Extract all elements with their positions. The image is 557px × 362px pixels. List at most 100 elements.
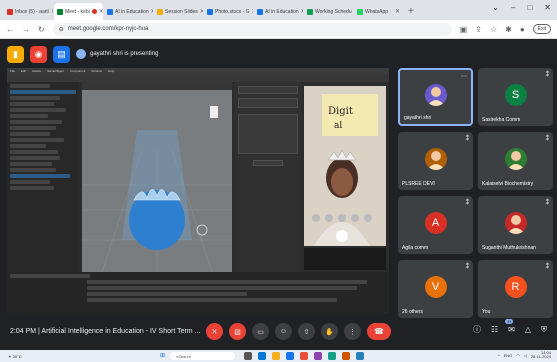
url-text: meet.google.com/kpr-nyjc-hua xyxy=(67,26,149,32)
browser-tab[interactable]: WhatsApp ✕ xyxy=(354,3,403,20)
participant-tile[interactable]: Suganthi Muthukrishnan ⁑ xyxy=(478,196,553,254)
browser-tab[interactable]: Meet - kebi ✕ xyxy=(54,3,103,20)
edge-icon[interactable] xyxy=(258,352,266,360)
presentation-stage: ▮ ◉ ▤ gayathri shri is presenting File Ed… xyxy=(7,40,389,316)
host-controls-icon[interactable]: ⛨ xyxy=(541,325,547,335)
browser-tab[interactable]: AI in Education✕ xyxy=(104,3,153,20)
chrome-icon[interactable] xyxy=(286,352,294,360)
wifi-icon[interactable]: ◠ xyxy=(516,353,520,358)
emoji-icon[interactable]: ☺ xyxy=(275,323,292,340)
maximize-icon[interactable]: □ xyxy=(527,3,532,12)
svg-text:al: al xyxy=(334,121,342,131)
url-field[interactable]: ⊖ meet.google.com/kpr-nyjc-hua xyxy=(52,22,452,36)
info-icon[interactable]: ⓘ xyxy=(473,324,481,335)
explorer-icon[interactable] xyxy=(272,352,280,360)
start-icon[interactable]: ⊞ xyxy=(160,352,165,359)
task-view-icon[interactable] xyxy=(244,352,252,360)
camera-off-icon[interactable]: ▧ xyxy=(229,323,246,340)
profile-icon[interactable]: ● xyxy=(520,25,525,34)
notes-icon[interactable]: ▤ xyxy=(53,45,70,63)
participant-tile[interactable]: S Sasirekha Comm ⁑ xyxy=(478,68,553,126)
participant-tile[interactable]: Kalaiselvi Biochemistry ⁑ xyxy=(478,132,553,190)
app-icon-green[interactable] xyxy=(328,352,336,360)
tab-favicon-icon xyxy=(7,8,13,15)
raise-hand-icon[interactable]: ✋ xyxy=(321,323,338,340)
app-icon-orange[interactable] xyxy=(342,352,350,360)
tray-chevron-icon[interactable]: ^ xyxy=(498,353,500,358)
tab-close-icon[interactable]: ✕ xyxy=(395,8,400,15)
tab-favicon-icon xyxy=(157,8,163,15)
activities-icon[interactable]: △ xyxy=(525,325,531,334)
tab-favicon-icon xyxy=(307,8,313,15)
browser-tab[interactable]: Session Slides ✕ xyxy=(154,3,203,20)
lang-indicator[interactable]: ENG xyxy=(504,353,513,358)
tab-favicon-icon xyxy=(257,8,263,15)
camera-icon[interactable]: ▣ xyxy=(460,25,468,34)
participant-name: Agila comm xyxy=(402,245,429,251)
app-icon-purple[interactable] xyxy=(314,352,322,360)
exit-button[interactable]: Exit xyxy=(532,24,551,34)
tab-close-icon[interactable]: ✕ xyxy=(200,8,203,15)
participant-tile[interactable]: V 26 others ⁑ xyxy=(398,260,473,318)
participant-count-badge: 35 xyxy=(504,319,514,324)
participant-tile[interactable]: A Agila comm ⁑ xyxy=(398,196,473,254)
tab-favicon-icon xyxy=(357,8,363,15)
tab-close-icon[interactable]: ✕ xyxy=(99,8,103,15)
browser-tab[interactable]: AI in Education✕ xyxy=(254,3,303,20)
app-icon-blue[interactable] xyxy=(356,352,364,360)
share-icon[interactable]: ⇪ xyxy=(475,25,482,34)
tab-close-icon[interactable]: ✕ xyxy=(151,8,153,15)
participant-tile[interactable]: gayathri shri ⋯ xyxy=(398,68,473,126)
unity-play-controls xyxy=(304,248,386,270)
browser-tab[interactable]: Working Schedu ✕ xyxy=(304,3,353,20)
taskbar-search[interactable]: ⌕ Search xyxy=(170,352,235,360)
browser-tab[interactable]: Photo.stocs - G✕ xyxy=(204,3,253,20)
participant-tile[interactable]: PLSREE DEVI ⁑ xyxy=(398,132,473,190)
presenter-avatar xyxy=(76,49,86,59)
new-tab-button[interactable]: + xyxy=(408,6,414,17)
reload-icon[interactable]: ↻ xyxy=(38,25,45,34)
mic-muted-icon: ⁑ xyxy=(546,136,549,142)
tab-label: Meet - kebi xyxy=(65,8,90,15)
app-icon-red[interactable] xyxy=(300,352,308,360)
back-icon[interactable]: ← xyxy=(6,25,14,34)
volume-icon[interactable]: ◁ xyxy=(524,353,527,358)
tab-close-icon[interactable]: ✕ xyxy=(301,8,303,15)
more-options-icon[interactable]: ⋮ xyxy=(344,323,361,340)
avatar xyxy=(424,147,447,170)
meeting-time: 2:04 PM xyxy=(10,328,37,335)
mic-off-icon[interactable]: ✕ xyxy=(206,323,223,340)
present-icon[interactable]: ⇧ xyxy=(298,323,315,340)
chat-icon[interactable]: ✉ xyxy=(508,325,515,334)
record-icon[interactable]: ◉ xyxy=(30,45,47,63)
site-info-icon[interactable]: ⊖ xyxy=(59,26,64,33)
meeting-separator: | xyxy=(38,328,40,335)
pin-icon[interactable]: ▮ xyxy=(7,45,24,63)
os-taskbar: ☀ 30°C ⊞ ⌕ Search ^ ENG ◠ ◁ 14:04 26-11-… xyxy=(0,350,557,362)
people-icon[interactable]: ☷ 35 xyxy=(491,319,514,334)
meeting-title: Artificial Intelligence in Education - I… xyxy=(41,328,201,335)
star-icon[interactable]: ☆ xyxy=(490,25,497,34)
minimize-icon[interactable]: – xyxy=(511,3,515,12)
participant-name: PLSREE DEVI xyxy=(402,181,435,187)
tab-label: WhatsApp xyxy=(365,8,389,15)
clock[interactable]: 14:04 26-11-2024 xyxy=(531,351,551,359)
captions-icon[interactable]: ▭ xyxy=(252,323,269,340)
forward-icon[interactable]: → xyxy=(22,25,30,34)
extensions-icon[interactable]: ✱ xyxy=(505,25,512,34)
system-tray: ^ ENG ◠ ◁ 14:04 26-11-2024 xyxy=(498,351,551,359)
participant-tile[interactable]: R You ⁑ xyxy=(478,260,553,318)
call-controls: ✕ ▧ ▭ ☺ ⇧ ✋ ⋮ ☎ xyxy=(206,323,391,340)
mic-muted-icon: ⁑ xyxy=(466,264,469,270)
participant-grid: gayathri shri ⋯ S Sasirekha Comm ⁑ PLSREE DEV… xyxy=(398,68,553,318)
tab-close-icon[interactable]: ✕ xyxy=(251,8,253,15)
browser-tab[interactable]: Inbox (5) - aarti✕ xyxy=(4,3,53,20)
close-icon[interactable]: ✕ xyxy=(544,3,551,12)
weather-widget[interactable]: ☀ 30°C xyxy=(8,354,22,359)
chevron-down-icon[interactable]: ⌄ xyxy=(492,3,499,12)
unity-project-console xyxy=(7,272,389,314)
leave-call-button[interactable]: ☎ xyxy=(367,323,391,340)
shared-screen: File Edit Assets GameObject Component Window H… xyxy=(7,68,389,314)
more-options-icon[interactable]: ⋯ xyxy=(461,73,467,80)
tab-close-icon[interactable]: ✕ xyxy=(51,8,53,15)
